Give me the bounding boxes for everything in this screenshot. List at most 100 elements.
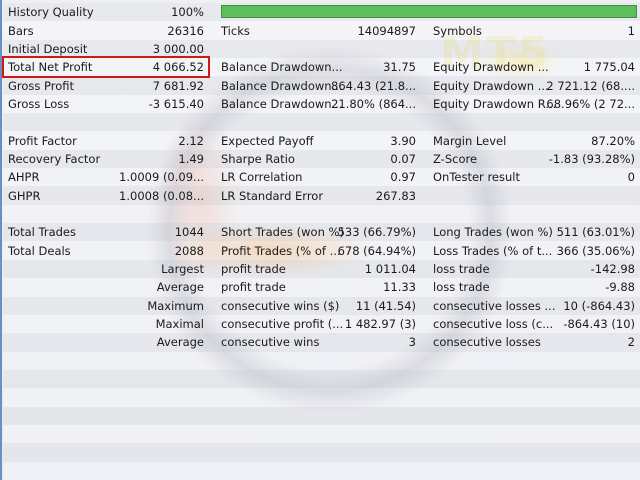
value-3: 2 721.12 (68.... <box>546 78 635 93</box>
value-3: 2 <box>627 335 635 350</box>
label-3: consecutive loss (c... <box>433 317 554 332</box>
value-2: 678 (64.94%) <box>337 243 416 258</box>
table-row: Maximum consecutive wins ($) 11 (41.54) con… <box>3 296 640 315</box>
label-2: Expected Payoff <box>221 133 314 148</box>
table-row-history-quality: History Quality 100% <box>3 3 640 22</box>
table-row: AHPR 1.0009 (0.09... LR Correlation 0.97 OnT… <box>3 168 640 187</box>
empty-row <box>3 388 640 407</box>
history-quality-label: History Quality <box>8 5 94 20</box>
label-3: Margin Level <box>433 133 507 148</box>
label-2: Sharpe Ratio <box>221 151 295 166</box>
value-3: 1 775.04 <box>583 60 635 75</box>
table-row: Average profit trade 11.33 loss trade -9.88 <box>3 278 640 297</box>
value-2: 11.33 <box>383 280 416 295</box>
table-row: Largest profit trade 1 011.04 loss trade -14… <box>3 259 640 279</box>
label-2: consecutive wins <box>221 335 320 350</box>
empty-row <box>3 369 640 389</box>
value-2: 0.97 <box>390 170 416 185</box>
table-row: GHPR 1.0008 (0.08... LR Standard Error 267.… <box>3 186 640 205</box>
label-2: Balance Drawdown... <box>221 78 343 93</box>
value-1: 1044 <box>174 225 204 240</box>
label-1: AHPR <box>8 170 40 185</box>
value-2: 1 011.04 <box>364 261 416 276</box>
label-3: Symbols <box>433 23 482 38</box>
label-2: consecutive profit (... <box>221 317 344 332</box>
value-1: 1.0009 (0.09... <box>119 170 204 185</box>
label-3: Long Trades (won %) <box>433 225 553 240</box>
label-2: consecutive wins ($) <box>221 298 340 313</box>
label-1: Initial Deposit <box>8 41 88 56</box>
table-row <box>3 204 640 224</box>
value-1: Maximum <box>147 298 204 313</box>
value-3: -142.98 <box>590 261 635 276</box>
value-1: 1.49 <box>178 151 204 166</box>
label-3: loss trade <box>433 261 490 276</box>
label-3: Equity Drawdown ... <box>433 60 549 75</box>
table-row: Gross Loss -3 615.40 Balance Drawdown... 21… <box>3 94 640 114</box>
label-1: Gross Profit <box>8 78 75 93</box>
value-1: 2088 <box>174 243 204 258</box>
value-3: 87.20% <box>591 133 635 148</box>
value-2: 267.83 <box>375 188 416 203</box>
label-3: consecutive losses ... <box>433 298 556 313</box>
value-2: 21.80% (864... <box>331 96 416 111</box>
label-1: Recovery Factor <box>8 151 101 166</box>
value-3: -9.88 <box>605 280 635 295</box>
label-3: consecutive losses <box>433 335 541 350</box>
label-1: GHPR <box>8 188 41 203</box>
empty-row <box>3 461 640 480</box>
value-1: 2.12 <box>178 133 204 148</box>
value-2: 3.90 <box>390 133 416 148</box>
table-row: Average consecutive wins 3 consecutive loss… <box>3 333 640 352</box>
value-3: 0 <box>627 170 635 185</box>
value-2: 864.43 (21.8... <box>331 78 416 93</box>
value-1: Maximal <box>155 317 204 332</box>
value-3: -1.83 (93.28%) <box>548 151 635 166</box>
value-1: 1.0008 (0.08... <box>119 188 204 203</box>
label-1: Bars <box>8 23 34 38</box>
value-1: 26316 <box>167 23 204 38</box>
label-2: profit trade <box>221 261 286 276</box>
label-2: Short Trades (won %) <box>221 225 344 240</box>
empty-row <box>3 351 640 370</box>
label-2: Balance Drawdown... <box>221 96 343 111</box>
value-2: 31.75 <box>383 60 416 75</box>
empty-row <box>3 424 640 444</box>
label-1: Total Deals <box>8 243 71 258</box>
label-2: profit trade <box>221 280 286 295</box>
label-2: Profit Trades (% of ... <box>221 243 341 258</box>
value-2: 533 (66.79%) <box>337 225 416 240</box>
label-3: Equity Drawdown R... <box>433 96 557 111</box>
value-1: 7 681.92 <box>152 78 204 93</box>
value-1: Largest <box>161 261 204 276</box>
total-net-profit-highlight <box>2 56 210 78</box>
value-2: 11 (41.54) <box>355 298 416 313</box>
value-1: Average <box>156 280 204 295</box>
table-row <box>3 113 640 132</box>
value-3: 68.96% (2 72... <box>546 96 635 111</box>
history-quality-value: 100% <box>171 5 204 20</box>
label-3: Z-Score <box>433 151 478 166</box>
value-1: -3 615.40 <box>148 96 204 111</box>
label-2: Ticks <box>221 23 250 38</box>
label-1: Total Trades <box>8 225 76 240</box>
value-2: 1 482.97 (3) <box>344 317 416 332</box>
value-2: 3 <box>408 335 416 350</box>
value-3: -864.43 (10) <box>563 317 635 332</box>
value-2: 0.07 <box>390 151 416 166</box>
history-quality-progress-bar <box>221 5 637 18</box>
label-3: Loss Trades (% of t... <box>433 243 553 258</box>
label-2: LR Standard Error <box>221 188 324 203</box>
label-1: Gross Loss <box>8 96 70 111</box>
value-2: 14094897 <box>357 23 416 38</box>
table-row: Recovery Factor 1.49 Sharpe Ratio 0.07 Z-Sco… <box>3 149 640 169</box>
label-3: loss trade <box>433 280 490 295</box>
value-3: 511 (63.01%) <box>556 225 635 240</box>
table-row: Bars 26316 Ticks 14094897 Symbols 1 <box>3 21 640 40</box>
label-3: OnTester result <box>433 170 520 185</box>
label-3: Equity Drawdown ... <box>433 78 549 93</box>
empty-row <box>3 406 640 425</box>
table-row: Total Deals 2088 Profit Trades (% of ... 67… <box>3 241 640 260</box>
value-3: 10 (-864.43) <box>563 298 635 313</box>
value-3: 1 <box>627 23 635 38</box>
